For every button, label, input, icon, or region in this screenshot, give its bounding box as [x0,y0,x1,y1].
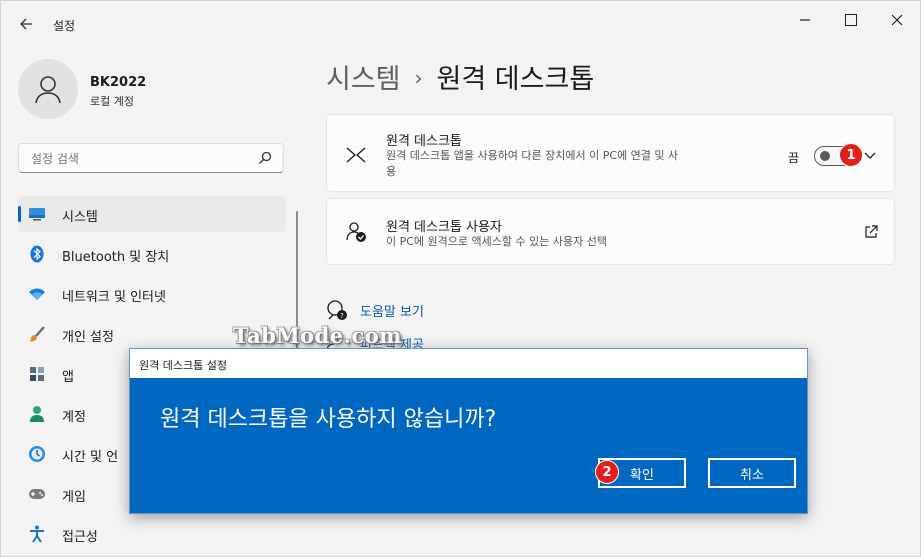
wifi-icon [28,285,46,303]
back-arrow-icon [20,18,32,30]
time-icon [28,445,46,463]
user-icon [35,76,61,104]
cancel-button[interactable]: 취소 [708,458,796,488]
sidebar-item-bluetooth[interactable]: Bluetooth 및 장치 [18,236,286,272]
help-link-label: 도움말 보기 [360,305,424,320]
breadcrumb-parent[interactable]: 시스템 [326,64,401,95]
maximize-icon [845,14,857,26]
card-title: 원격 데스크톱 사용자 [386,220,502,235]
close-button[interactable] [879,9,915,31]
search-box[interactable] [18,143,284,173]
account-icon [28,405,46,423]
card-title: 원격 데스크톱 [386,134,462,149]
sidebar-item-label: 앱 [62,370,74,385]
remote-users-card[interactable]: 원격 데스크톱 사용자 이 PC에 원격으로 액세스할 수 있는 사용자 선택 [326,198,895,265]
sidebar-item-system[interactable]: 시스템 [18,196,286,232]
sidebar-item-accessibility[interactable]: 접근성 [18,516,286,552]
bluetooth-icon [28,245,46,263]
close-icon [891,14,903,26]
gaming-icon [28,485,46,503]
minimize-icon [800,19,810,21]
dialog-message: 원격 데스크톱을 사용하지 않습니까? [160,407,497,432]
dialog-body: 원격 데스크톱을 사용하지 않습니까? 확인 취소 2 [130,378,807,513]
back-button[interactable] [15,13,37,35]
system-icon [28,205,46,223]
sidebar-item-label: 계정 [62,410,86,425]
watermark-text: TabMode.com [233,323,403,348]
brush-icon [28,325,46,343]
sidebar-item-label: 개인 설정 [62,330,114,345]
sidebar-item-label: 시간 및 언 [62,450,119,465]
minimize-button[interactable] [787,9,823,31]
account-type: 로컬 계정 [90,95,134,108]
step-badge-1: 1 [839,143,863,167]
chevron-down-icon[interactable] [863,148,877,162]
breadcrumb: 시스템 › 원격 데스크톱 [326,57,594,96]
apps-icon [28,365,46,383]
maximize-button[interactable] [833,9,869,31]
toggle-knob [820,151,830,161]
dialog-title: 원격 데스크톱 설정 [139,359,227,372]
app-title: 설정 [53,19,76,33]
avatar[interactable] [18,59,78,119]
search-input[interactable] [29,149,253,169]
remote-desktop-card[interactable]: 원격 데스크톱 원격 데스크톱 앱을 사용하여 다른 장치에서 이 PC에 연결… [326,114,895,192]
toggle-state-label: 끔 [788,151,800,165]
card-description: 이 PC에 원격으로 액세스할 수 있는 사용자 선택 [386,235,607,248]
dialog-title-bar[interactable]: 원격 데스크톱 설정 [130,349,807,378]
remote-users-icon [346,222,366,242]
confirm-dialog: 원격 데스크톱 설정 원격 데스크톱을 사용하지 않습니까? 확인 취소 2 [129,348,808,514]
card-description: 원격 데스크톱 앱을 사용하여 다른 장치에서 이 PC에 연결 및 사용 [386,149,679,178]
sidebar-item-label: 네트워크 및 인터넷 [62,290,166,305]
step-badge-2: 2 [595,460,619,484]
external-link-icon[interactable] [863,224,879,240]
search-icon[interactable] [257,150,273,166]
sidebar-item-label: 접근성 [62,530,98,545]
breadcrumb-separator: › [414,66,423,90]
title-bar: 설정 [1,1,920,45]
sidebar-item-label: Bluetooth 및 장치 [62,250,170,265]
sidebar-item-network[interactable]: 네트워크 및 인터넷 [18,276,286,312]
sidebar-item-label: 시스템 [62,210,98,225]
settings-window: 설정 BK2022 로컬 계정 시스템 [0,0,921,557]
accessibility-icon [28,525,46,543]
user-name: BK2022 [90,75,147,90]
page-title: 원격 데스크톱 [436,64,595,95]
sidebar-item-label: 게임 [62,490,86,505]
remote-desktop-icon [346,147,366,163]
help-icon: ? [327,300,347,320]
svg-text:?: ? [340,312,344,320]
